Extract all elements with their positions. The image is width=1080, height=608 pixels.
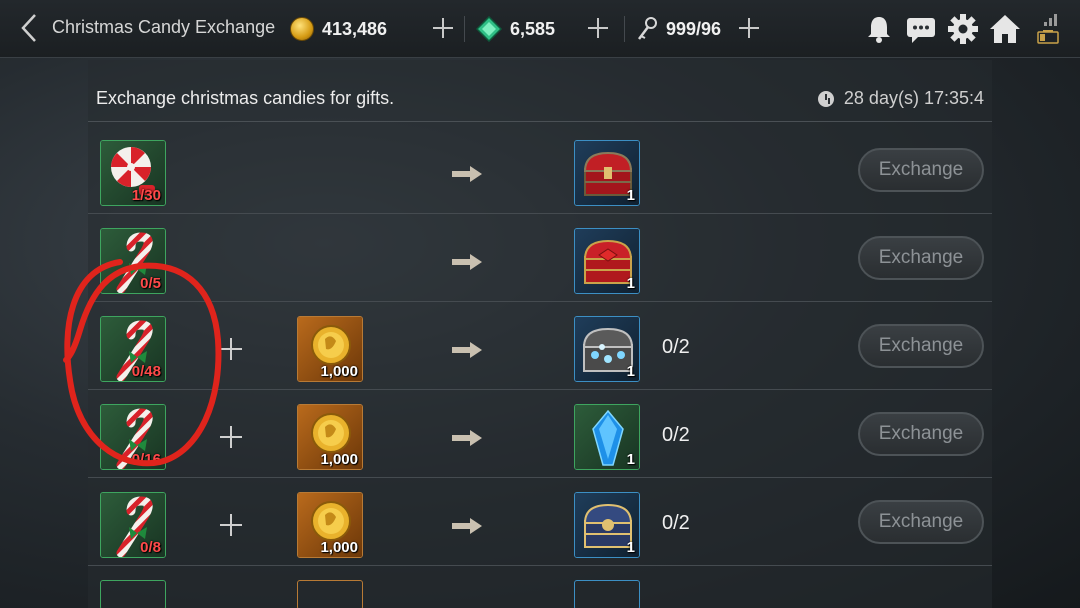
gold-display: 413,486 bbox=[290, 14, 387, 44]
exchange-row: 0/48 1,000 1 0/2 Exchange bbox=[88, 302, 992, 390]
exchange-limit: 0/2 bbox=[662, 336, 690, 358]
plus-icon bbox=[220, 426, 242, 448]
exchange-button[interactable]: Exchange bbox=[858, 148, 984, 192]
item-count: 0/48 bbox=[131, 363, 161, 380]
arrow-icon bbox=[452, 342, 482, 358]
item-count: 1/30 bbox=[131, 187, 161, 204]
top-bar: Christmas Candy Exchange 413,486 6,585 9… bbox=[0, 0, 1080, 58]
exchange-button[interactable]: Exchange bbox=[858, 412, 984, 456]
exchange-limit: 0/2 bbox=[662, 512, 690, 534]
arrow-icon bbox=[452, 166, 482, 182]
signal-battery-icon bbox=[1037, 14, 1059, 44]
chat-icon[interactable] bbox=[904, 12, 938, 46]
item-count: 1 bbox=[626, 451, 635, 468]
plus-icon bbox=[220, 338, 242, 360]
home-icon[interactable] bbox=[988, 12, 1022, 46]
event-timer: 28 day(s) 17:35:4 bbox=[817, 88, 984, 109]
clock-icon bbox=[817, 90, 834, 107]
item-count: 0/5 bbox=[140, 275, 161, 292]
add-gem-button[interactable] bbox=[586, 16, 610, 40]
exchange-row: 0/16 1,000 1 0/2 Exchange bbox=[88, 390, 992, 478]
plus-icon bbox=[220, 514, 242, 536]
exchange-button[interactable]: Exchange bbox=[858, 324, 984, 368]
gold-coin-icon bbox=[290, 17, 314, 41]
cost-item-slot[interactable]: 1,000 bbox=[297, 316, 363, 382]
gear-icon[interactable] bbox=[946, 12, 980, 46]
cost-item-slot[interactable]: 1,000 bbox=[297, 404, 363, 470]
cost-item-slot[interactable] bbox=[100, 580, 166, 608]
arrow-icon bbox=[452, 518, 482, 534]
reward-item-slot[interactable]: 1 bbox=[574, 404, 640, 470]
arrow-icon bbox=[452, 254, 482, 270]
key-display: 999/96 bbox=[636, 14, 721, 44]
cost-item-slot[interactable]: 1/30 bbox=[100, 140, 166, 206]
item-count: 1,000 bbox=[320, 451, 358, 468]
add-key-button[interactable] bbox=[737, 16, 761, 40]
arrow-icon bbox=[452, 430, 482, 446]
cost-item-slot[interactable] bbox=[297, 580, 363, 608]
bell-icon[interactable] bbox=[862, 12, 896, 46]
cost-item-slot[interactable]: 0/48 bbox=[100, 316, 166, 382]
divider bbox=[464, 16, 465, 42]
reward-item-slot[interactable]: 1 bbox=[574, 316, 640, 382]
item-count: 1 bbox=[626, 539, 635, 556]
gem-amount: 6,585 bbox=[510, 18, 556, 39]
timer-text: 28 day(s) 17:35:4 bbox=[843, 88, 984, 108]
exchange-limit: 0/2 bbox=[662, 424, 690, 446]
page-title: Christmas Candy Exchange bbox=[52, 17, 276, 37]
item-count: 1 bbox=[626, 275, 635, 292]
gold-amount: 413,486 bbox=[322, 18, 388, 39]
add-gold-button[interactable] bbox=[431, 16, 455, 40]
exchange-row: 1/30 1 Exchange bbox=[88, 126, 992, 214]
reward-item-slot[interactable]: 1 bbox=[574, 228, 640, 294]
exchange-button[interactable]: Exchange bbox=[858, 500, 984, 544]
exchange-row: 0/8 1,000 1 0/2 Exchange bbox=[88, 478, 992, 566]
cost-item-slot[interactable]: 0/8 bbox=[100, 492, 166, 558]
cost-item-slot[interactable]: 0/5 bbox=[100, 228, 166, 294]
exchange-button[interactable]: Exchange bbox=[858, 236, 984, 280]
item-count: 0/16 bbox=[131, 451, 161, 468]
key-amount: 999/96 bbox=[666, 18, 722, 39]
reward-item-slot[interactable] bbox=[574, 580, 640, 608]
item-count: 1,000 bbox=[320, 539, 358, 556]
item-count: 1 bbox=[626, 187, 635, 204]
divider bbox=[624, 16, 625, 42]
reward-item-slot[interactable]: 1 bbox=[574, 492, 640, 558]
panel-subtitle: Exchange christmas candies for gifts. bbox=[96, 88, 395, 108]
cost-item-slot[interactable]: 1,000 bbox=[297, 492, 363, 558]
reward-item-slot[interactable]: 1 bbox=[574, 140, 640, 206]
gem-icon bbox=[476, 16, 502, 42]
item-count: 0/8 bbox=[140, 539, 161, 556]
key-icon bbox=[638, 17, 657, 40]
back-arrow-icon[interactable] bbox=[18, 12, 42, 44]
item-count: 1,000 bbox=[320, 363, 358, 380]
panel-header: Exchange christmas candies for gifts. 28… bbox=[88, 76, 992, 122]
item-count: 1 bbox=[626, 363, 635, 380]
exchange-row: 0/5 1 Exchange bbox=[88, 214, 992, 302]
cost-item-slot[interactable]: 0/16 bbox=[100, 404, 166, 470]
gem-display: 6,585 bbox=[476, 14, 555, 44]
exchange-row-partial bbox=[88, 566, 992, 608]
